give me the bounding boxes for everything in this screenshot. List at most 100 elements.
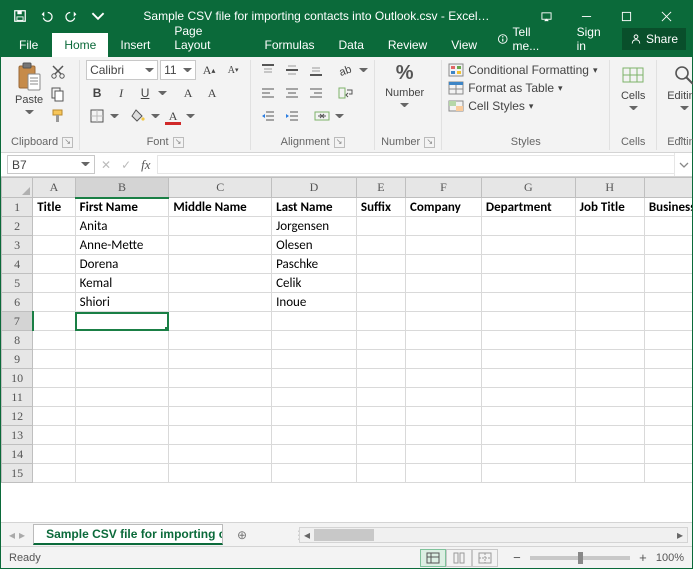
cell[interactable]: Job Title [575,198,644,217]
chevron-down-icon[interactable] [158,89,167,98]
cell[interactable] [169,350,272,369]
scroll-left-icon[interactable]: ◂ [300,528,314,542]
cell[interactable]: Kemal [75,274,169,293]
row-header[interactable]: 1 [2,198,33,217]
cell[interactable] [169,445,272,464]
cell[interactable] [272,350,357,369]
cell[interactable] [644,426,692,445]
cell[interactable] [644,293,692,312]
column-header[interactable]: A [33,178,75,198]
cell[interactable] [644,274,692,293]
cell[interactable] [75,464,169,483]
cell[interactable] [272,407,357,426]
column-header[interactable]: G [481,178,575,198]
expand-formula-bar-icon[interactable] [674,153,692,176]
cell[interactable]: Department [481,198,575,217]
cell[interactable]: Shiori [75,293,169,312]
tab-page-layout[interactable]: Page Layout [162,19,252,57]
cell[interactable] [644,369,692,388]
cell[interactable] [356,217,405,236]
decrease-font-icon[interactable]: A▾ [222,60,244,80]
cell[interactable] [356,350,405,369]
cell[interactable] [575,312,644,331]
tab-review[interactable]: Review [376,33,439,57]
cell[interactable] [406,407,482,426]
collapse-ribbon-icon[interactable]: ⌃ [677,135,686,148]
cell[interactable] [356,445,405,464]
qat-customize-icon[interactable] [89,7,107,25]
cell[interactable] [75,407,169,426]
cell[interactable] [33,293,75,312]
cell[interactable] [644,217,692,236]
cell[interactable] [481,388,575,407]
cell[interactable] [575,445,644,464]
cell[interactable] [75,445,169,464]
dialog-launcher-icon[interactable]: ↘ [424,137,435,148]
cell[interactable] [644,464,692,483]
align-top-icon[interactable] [257,60,279,80]
bold-button[interactable]: B [86,83,108,103]
cell[interactable] [33,407,75,426]
cell[interactable] [33,388,75,407]
cell[interactable] [272,464,357,483]
column-header[interactable]: B [75,178,169,198]
font-size-combo[interactable]: 11 [160,60,196,80]
fx-icon[interactable]: fx [141,157,150,173]
cell[interactable]: Anne-Mette [75,236,169,255]
formula-input[interactable] [157,155,674,174]
cell[interactable] [406,388,482,407]
cell[interactable] [169,312,272,331]
tab-home[interactable]: Home [52,33,108,57]
column-header[interactable]: D [272,178,357,198]
row-header[interactable]: 14 [2,445,33,464]
italic-button[interactable]: I [110,83,132,103]
align-bottom-icon[interactable] [305,60,327,80]
copy-icon[interactable] [47,84,69,104]
fill-color-icon[interactable] [127,106,149,126]
align-middle-icon[interactable] [281,60,303,80]
cell[interactable] [356,426,405,445]
cell[interactable] [33,274,75,293]
cell[interactable] [75,350,169,369]
chevron-down-icon[interactable] [151,112,160,121]
cell[interactable] [356,369,405,388]
cell[interactable] [33,445,75,464]
cell[interactable]: Suffix [356,198,405,217]
cell[interactable] [406,426,482,445]
view-normal-icon[interactable] [420,549,446,567]
cell[interactable] [33,426,75,445]
spreadsheet-grid[interactable]: ABCDEFGHI1TitleFirst NameMiddle NameLast… [1,177,692,522]
cell[interactable] [169,217,272,236]
border-icon[interactable] [86,106,108,126]
horizontal-scrollbar[interactable]: ◂ ▸ [299,527,688,543]
conditional-formatting-button[interactable]: Conditional Formatting▾ [448,62,597,78]
cell[interactable] [356,331,405,350]
zoom-level[interactable]: 100% [656,552,684,564]
cell[interactable] [481,274,575,293]
tab-formulas[interactable]: Formulas [253,33,327,57]
cell[interactable] [169,407,272,426]
cell[interactable]: Last Name [272,198,357,217]
zoom-slider[interactable] [530,556,630,560]
number-format-button[interactable]: % Number [381,60,428,112]
underline-button[interactable]: U [134,83,156,103]
row-header[interactable]: 10 [2,369,33,388]
tab-file[interactable]: File [5,33,52,57]
cell[interactable] [169,369,272,388]
row-header[interactable]: 13 [2,426,33,445]
cell[interactable] [575,388,644,407]
cell[interactable] [481,407,575,426]
row-header[interactable]: 5 [2,274,33,293]
column-header[interactable]: E [356,178,405,198]
cell[interactable] [575,350,644,369]
cell[interactable] [33,236,75,255]
cell[interactable] [406,369,482,388]
cell[interactable]: Business Street [644,198,692,217]
cell[interactable] [356,293,405,312]
row-header[interactable]: 15 [2,464,33,483]
cell[interactable] [406,312,482,331]
merge-center-icon[interactable] [311,106,333,126]
row-header[interactable]: 11 [2,388,33,407]
sign-in[interactable]: Sign in [569,21,620,57]
cell[interactable] [169,426,272,445]
